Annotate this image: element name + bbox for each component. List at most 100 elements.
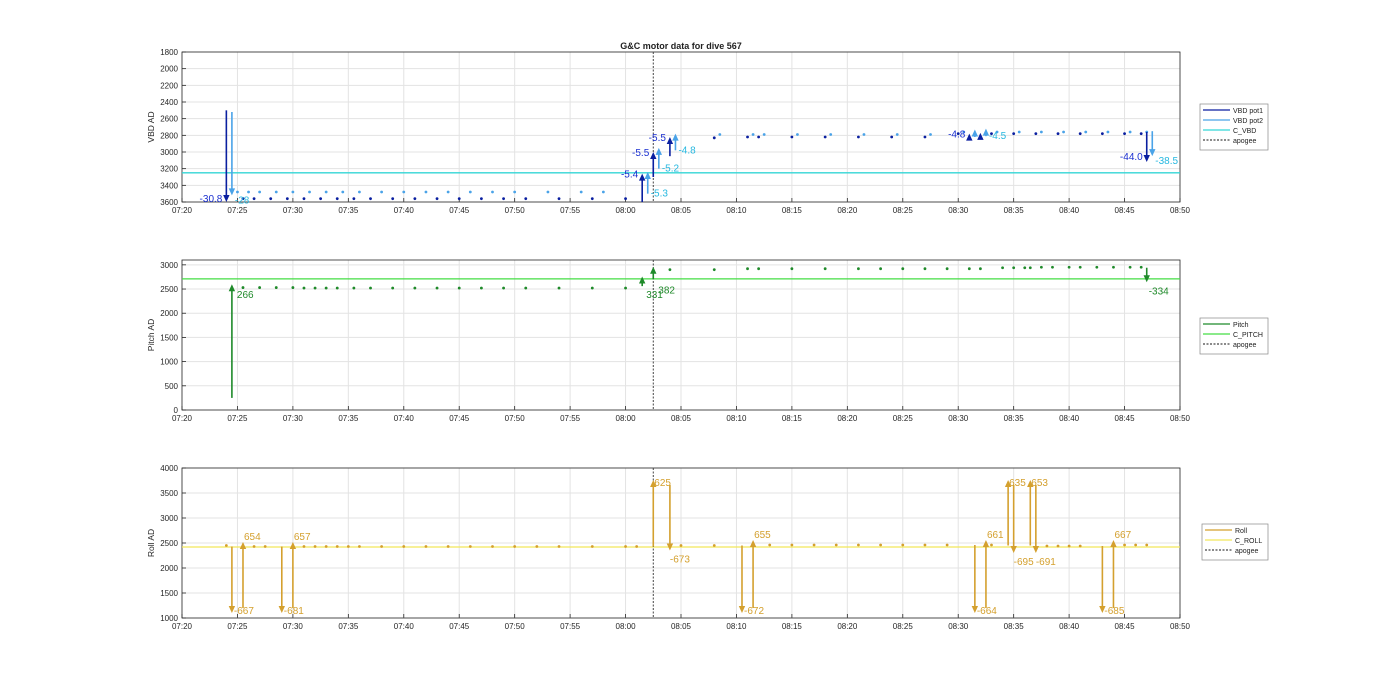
data-point (274, 286, 278, 289)
x-tick-label: 07:50 (505, 206, 526, 215)
x-tick-label: 07:50 (505, 414, 526, 423)
x-tick-label: 07:20 (172, 622, 193, 631)
legend-entry: C_ROLL (1235, 538, 1262, 545)
data-point (491, 190, 494, 194)
data-point (302, 286, 306, 290)
data-point (457, 197, 461, 201)
arrow-value-label: -673 (670, 555, 690, 566)
x-tick-label: 07:40 (394, 622, 415, 631)
y-tick-label: 1000 (160, 358, 178, 367)
x-tick-label: 07:20 (172, 206, 193, 215)
data-point (812, 543, 816, 547)
data-point (1067, 544, 1071, 548)
legend-entry: VBD pot1 (1233, 108, 1263, 115)
x-tick-label: 07:20 (172, 414, 193, 423)
data-point (435, 286, 439, 290)
figure-title: G&C motor data for dive 567 (620, 41, 742, 51)
x-tick-label: 08:00 (616, 622, 637, 631)
data-point (236, 190, 239, 194)
data-point (319, 197, 323, 201)
data-point (402, 545, 406, 548)
data-point (762, 133, 766, 136)
y-tick-label: 2500 (160, 539, 178, 548)
y-tick-label: 3000 (160, 514, 178, 523)
data-point (635, 545, 639, 548)
y-tick-label: 2600 (160, 115, 178, 124)
x-tick-label: 08:45 (1115, 622, 1136, 631)
data-point (480, 197, 483, 201)
data-point (557, 545, 561, 548)
y-tick-label: 1000 (160, 614, 178, 623)
x-tick-label: 08:30 (948, 414, 969, 423)
x-tick-label: 08:50 (1170, 414, 1191, 423)
x-tick-label: 07:30 (283, 414, 304, 423)
data-point (1034, 132, 1038, 136)
data-point (1001, 266, 1004, 270)
arrow-value-label: 654 (244, 532, 261, 543)
data-point (1067, 265, 1071, 269)
legend-entry: C_PITCH (1233, 332, 1263, 339)
data-point (1128, 130, 1132, 134)
data-point (335, 545, 339, 548)
data-point (879, 543, 882, 547)
data-point (313, 286, 317, 290)
data-point (391, 286, 395, 290)
data-point (895, 133, 899, 136)
data-point (258, 190, 262, 194)
data-point (468, 190, 472, 194)
y-tick-label: 4000 (160, 464, 178, 473)
x-tick-label: 08:15 (782, 414, 803, 423)
data-point (352, 197, 356, 201)
data-point (768, 543, 772, 547)
y-tick-label: 3500 (160, 489, 178, 498)
data-point (757, 135, 761, 139)
data-point (579, 190, 583, 194)
data-point (796, 133, 799, 136)
data-point (746, 135, 749, 139)
x-tick-label: 08:30 (948, 622, 969, 631)
y-tick-label: 2400 (160, 98, 178, 107)
data-point (269, 197, 273, 201)
data-point (369, 286, 372, 290)
data-point (369, 197, 372, 201)
data-point (291, 190, 295, 194)
data-point (1056, 544, 1060, 548)
x-tick-label: 08:35 (1004, 622, 1025, 631)
data-point (1017, 130, 1021, 134)
data-point (258, 286, 262, 289)
data-point (624, 197, 627, 201)
data-point (890, 135, 894, 139)
data-point (862, 133, 866, 136)
x-tick-label: 08:00 (616, 206, 637, 215)
data-point (313, 545, 317, 548)
x-tick-label: 08:10 (726, 206, 747, 215)
data-point (901, 267, 905, 271)
arrow-value-label: -4.5 (989, 131, 1007, 142)
y-tick-label: 3000 (160, 148, 178, 157)
data-point (712, 544, 716, 547)
x-tick-label: 07:35 (338, 206, 359, 215)
x-tick-label: 07:55 (560, 414, 581, 423)
data-point (823, 267, 827, 271)
data-point (341, 190, 345, 194)
data-point (502, 197, 505, 201)
x-tick-label: 08:20 (837, 622, 858, 631)
data-point (1123, 543, 1126, 547)
data-point (990, 543, 993, 547)
data-point (790, 267, 794, 271)
data-point (1028, 266, 1032, 270)
data-point (1106, 130, 1110, 134)
data-point (1023, 266, 1027, 270)
data-point (923, 135, 927, 139)
x-tick-label: 08:25 (893, 206, 914, 215)
data-point (923, 267, 927, 271)
arrow-value-label: 625 (654, 478, 671, 489)
y-tick-label: 3000 (160, 261, 178, 270)
data-point (857, 543, 860, 547)
x-tick-label: 08:40 (1059, 206, 1080, 215)
x-tick-label: 08:15 (782, 206, 803, 215)
data-point (457, 286, 461, 290)
arrow-value-label: 266 (237, 290, 254, 301)
pitch-panel: 07:20 07:25 07:30 07:35 07:40 07:45 07:50 07:55… (146, 259, 1269, 423)
data-point (945, 543, 949, 547)
